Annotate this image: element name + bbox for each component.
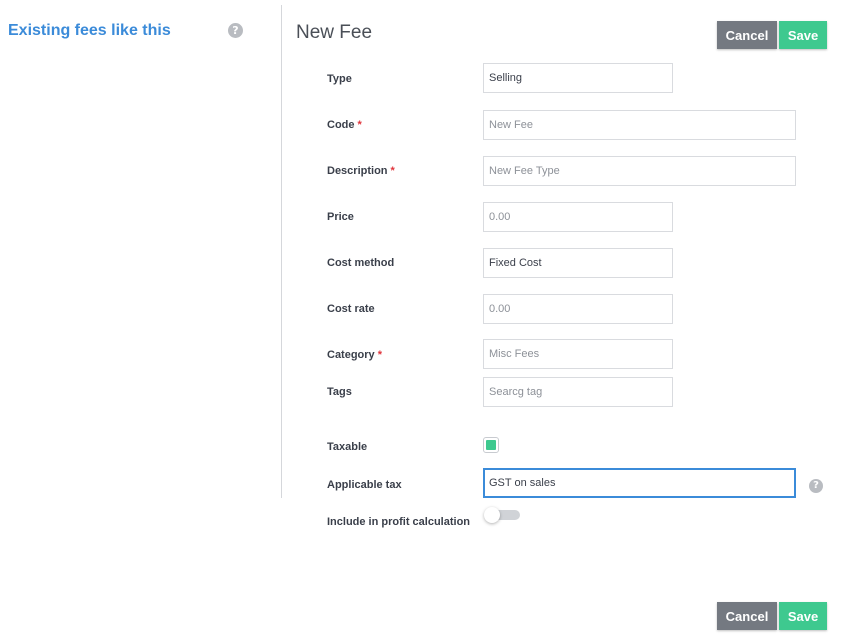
category-select[interactable]: Misc Fees	[483, 339, 673, 369]
include-profit-label: Include in profit calculation	[327, 516, 471, 528]
type-field[interactable]: Selling	[483, 63, 673, 93]
cost-rate-label: Cost rate	[327, 303, 375, 315]
required-marker: *	[357, 119, 362, 131]
description-input[interactable]: New Fee Type	[483, 156, 796, 186]
type-label: Type	[327, 73, 352, 85]
save-button[interactable]: Save	[779, 602, 827, 630]
taxable-label: Taxable	[327, 441, 368, 453]
tags-label: Tags	[327, 386, 352, 398]
tags-search-input[interactable]: Searcg tag	[483, 377, 673, 407]
price-label: Price	[327, 211, 354, 223]
code-label: Code *	[327, 119, 362, 131]
save-button[interactable]: Save	[779, 21, 827, 49]
price-input[interactable]: 0.00	[483, 202, 673, 232]
panel-divider	[281, 5, 282, 498]
toggle-knob	[484, 507, 500, 523]
required-marker: *	[390, 165, 395, 177]
page-title: New Fee	[296, 22, 373, 43]
existing-fees-title: Existing fees like this	[8, 22, 171, 39]
description-label: Description *	[327, 165, 395, 177]
taxable-checkbox[interactable]	[483, 437, 499, 453]
include-profit-toggle[interactable]	[484, 507, 520, 523]
cost-rate-input[interactable]: 0.00	[483, 294, 673, 324]
applicable-tax-select[interactable]: GST on sales	[483, 468, 796, 498]
category-label: Category *	[327, 349, 382, 361]
help-icon[interactable]: ?	[228, 23, 243, 38]
applicable-tax-label: Applicable tax	[327, 479, 402, 491]
cancel-button[interactable]: Cancel	[717, 21, 777, 49]
cancel-button[interactable]: Cancel	[717, 602, 777, 630]
cost-method-label: Cost method	[327, 257, 395, 269]
code-input[interactable]: New Fee	[483, 110, 796, 140]
checkbox-checked-icon	[486, 440, 496, 450]
help-icon[interactable]: ?	[809, 479, 823, 493]
cost-method-select[interactable]: Fixed Cost	[483, 248, 673, 278]
required-marker: *	[377, 349, 382, 361]
